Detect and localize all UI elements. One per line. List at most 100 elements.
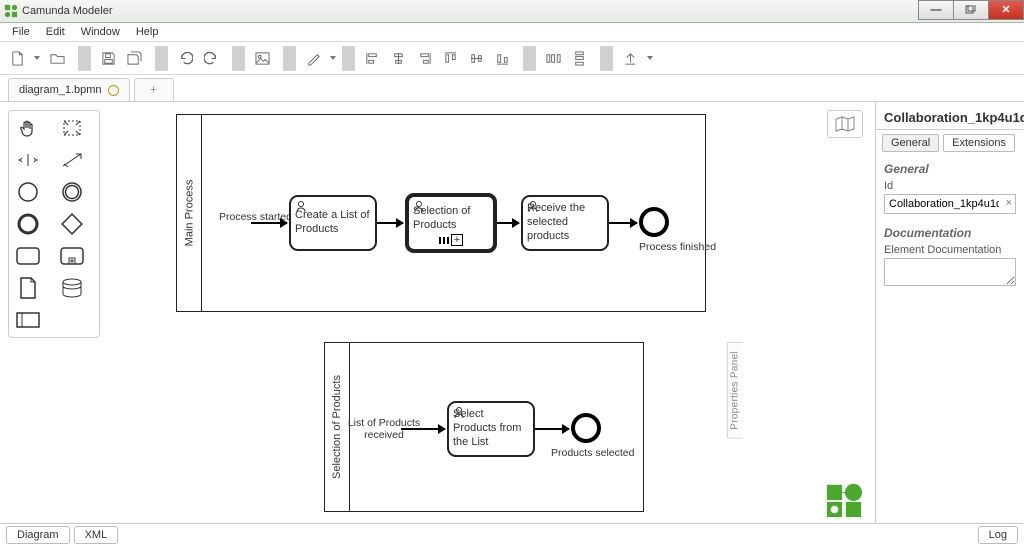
new-file-button[interactable] <box>6 47 28 69</box>
deploy-button[interactable] <box>619 47 641 69</box>
group-documentation-header: Documentation <box>884 226 1016 240</box>
space-tool-icon[interactable] <box>15 149 41 171</box>
deploy-dropdown[interactable] <box>647 56 653 60</box>
end-event[interactable]: Process finished <box>639 207 716 253</box>
start-event-icon[interactable] <box>15 181 41 203</box>
open-file-button[interactable] <box>46 47 68 69</box>
data-object-icon[interactable] <box>15 277 41 299</box>
task-create-list[interactable]: Create a List of Products <box>289 195 377 251</box>
menu-file[interactable]: File <box>4 24 38 40</box>
align-top-button[interactable] <box>439 47 461 69</box>
hand-tool-icon[interactable] <box>15 117 41 139</box>
window-close-button[interactable]: ✕ <box>988 0 1024 20</box>
file-tab-strip: diagram_1.bpmn + <box>0 75 1024 102</box>
task-receive-selected[interactable]: Receive the selected products <box>521 195 609 251</box>
properties-tab-general[interactable]: General <box>882 134 939 152</box>
user-task-icon <box>453 406 465 421</box>
bottom-tab-diagram[interactable]: Diagram <box>6 526 70 544</box>
distribute-v-button[interactable] <box>568 47 590 69</box>
file-tab-diagram1[interactable]: diagram_1.bpmn <box>8 78 130 101</box>
align-bottom-button[interactable] <box>491 47 513 69</box>
menu-window[interactable]: Window <box>73 24 128 40</box>
new-file-dropdown[interactable] <box>34 56 40 60</box>
id-input[interactable] <box>884 194 1016 214</box>
properties-panel: Collaboration_1kp4u1d General Extensions… <box>875 102 1024 527</box>
properties-panel-toggle[interactable]: Properties Panel <box>727 342 743 439</box>
menu-bar: File Edit Window Help <box>0 23 1024 42</box>
documentation-label: Element Documentation <box>884 244 1016 256</box>
window-minimize-button[interactable]: — <box>918 0 954 20</box>
multi-instance-marker-icon: + <box>409 234 493 246</box>
toolbar <box>0 42 1024 75</box>
end-event-icon[interactable] <box>15 213 41 235</box>
palette <box>8 110 100 338</box>
participant-icon[interactable] <box>15 309 41 331</box>
sequence-flow[interactable] <box>377 222 403 224</box>
log-button[interactable]: Log <box>978 526 1018 544</box>
align-center-v-button[interactable] <box>465 47 487 69</box>
align-center-h-button[interactable] <box>387 47 409 69</box>
window-maximize-button[interactable] <box>953 0 989 20</box>
sequence-flow[interactable] <box>401 428 445 430</box>
minimap-toggle-button[interactable] <box>827 110 863 138</box>
task-icon[interactable] <box>15 245 41 267</box>
menu-edit[interactable]: Edit <box>38 24 73 40</box>
bottom-tab-bar: Diagram XML Log <box>0 523 1024 545</box>
color-button[interactable] <box>302 47 324 69</box>
id-label: Id <box>884 180 1016 192</box>
pool-selection-of-products[interactable]: Selection of Products List of Products r… <box>324 342 644 512</box>
group-general-header: General <box>884 162 1016 176</box>
bottom-tab-xml[interactable]: XML <box>74 526 119 544</box>
save-all-button[interactable] <box>123 47 145 69</box>
window-title: Camunda Modeler <box>22 5 113 17</box>
export-image-button[interactable] <box>251 47 273 69</box>
unsaved-indicator-icon <box>108 85 119 96</box>
expand-marker-icon: + <box>451 234 463 246</box>
element-title: Collaboration_1kp4u1d <box>876 102 1024 130</box>
intermediate-event-icon[interactable] <box>59 181 85 203</box>
sequence-flow[interactable] <box>497 222 519 224</box>
color-dropdown[interactable] <box>330 56 336 60</box>
new-tab-button[interactable]: + <box>134 78 174 101</box>
menu-help[interactable]: Help <box>128 24 167 40</box>
separator <box>600 46 613 71</box>
task-select-products[interactable]: Select Products from the List <box>447 401 535 457</box>
global-connect-tool-icon[interactable] <box>59 149 85 171</box>
task-selection-of-products[interactable]: Selection of Products + <box>405 193 497 253</box>
clear-id-button[interactable]: × <box>1006 197 1012 209</box>
separator <box>523 46 536 71</box>
separator <box>342 46 355 71</box>
align-left-button[interactable] <box>361 47 383 69</box>
align-right-button[interactable] <box>413 47 435 69</box>
undo-button[interactable] <box>174 47 196 69</box>
sequence-flow[interactable] <box>535 428 569 430</box>
separator <box>283 46 296 71</box>
file-tab-label: diagram_1.bpmn <box>19 84 102 96</box>
pool-main-process[interactable]: Main Process Process started Create a Li… <box>176 114 706 312</box>
end-event[interactable]: Products selected <box>571 413 634 459</box>
separator <box>155 46 168 71</box>
separator <box>78 46 91 71</box>
save-button[interactable] <box>97 47 119 69</box>
sequence-flow[interactable] <box>251 222 287 224</box>
pool-label: Main Process <box>177 115 202 311</box>
documentation-textarea[interactable] <box>884 258 1016 286</box>
lasso-tool-icon[interactable] <box>59 117 85 139</box>
app-icon <box>4 4 18 18</box>
user-task-icon <box>527 200 539 215</box>
start-event[interactable]: List of Products received <box>369 413 424 441</box>
user-task-icon <box>413 200 425 215</box>
distribute-h-button[interactable] <box>542 47 564 69</box>
sequence-flow[interactable] <box>609 222 637 224</box>
end-event-label: Process finished <box>639 241 716 253</box>
camunda-logo-icon <box>825 481 863 519</box>
subprocess-icon[interactable] <box>59 245 85 267</box>
gateway-icon[interactable] <box>59 213 85 235</box>
titlebar: Camunda Modeler — ✕ <box>0 0 1024 23</box>
properties-tab-extensions[interactable]: Extensions <box>943 134 1015 152</box>
user-task-icon <box>295 200 307 215</box>
redo-button[interactable] <box>200 47 222 69</box>
separator <box>232 46 245 71</box>
data-store-icon[interactable] <box>59 277 85 299</box>
canvas[interactable]: Main Process Process started Create a Li… <box>0 102 875 527</box>
